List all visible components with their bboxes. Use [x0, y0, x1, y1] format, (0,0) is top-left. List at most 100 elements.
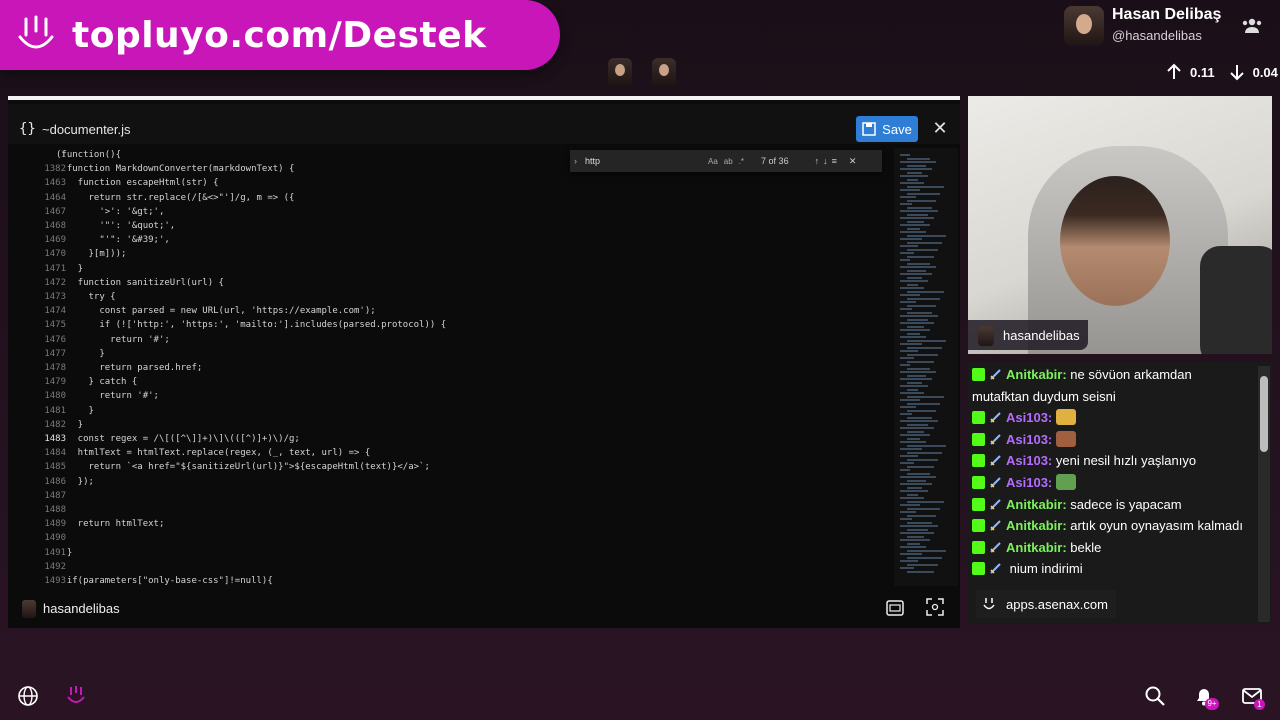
webcam-feed [968, 96, 1272, 354]
minimap-line [900, 420, 938, 422]
code-line[interactable]: }[m])); [56, 249, 127, 259]
minimap-line [900, 448, 922, 450]
code-editor-window: {} ~documenter.js Save ✕ 1 (function(){13… [8, 96, 960, 628]
minimap-line [900, 161, 936, 163]
chat-scroll-thumb[interactable] [1260, 376, 1268, 452]
chat-username[interactable]: Asi103: [1006, 475, 1052, 490]
code-line[interactable]: function MarkdownConverter(markdownText)… [56, 164, 295, 174]
close-icon[interactable]: ✕ [930, 118, 950, 138]
chat-text: bekle [1070, 539, 1102, 555]
code-line[interactable]: return '#'; [56, 335, 170, 345]
minimap[interactable] [894, 148, 958, 586]
find-nav-icons[interactable]: ↑↓≡ [815, 156, 841, 166]
code-line[interactable]: "'": '&#39;', [56, 235, 169, 245]
code-line[interactable]: if(parameters["only-base-css"]!=null){ [56, 576, 273, 586]
chat-text: nium indirimi [1009, 561, 1083, 577]
globe-icon[interactable] [17, 685, 39, 707]
minimap-line [907, 178, 918, 181]
code-line[interactable]: return str.replace(/[&<>"']/g, m => ({ [56, 193, 295, 203]
minimap-line [907, 255, 934, 258]
svg-text:{}: {} [19, 121, 36, 137]
minimap-line [900, 378, 932, 380]
minimap-line [907, 437, 920, 440]
search-icon[interactable] [1144, 685, 1166, 707]
sword-badge-icon [989, 452, 1002, 467]
minimap-line [900, 427, 934, 429]
minimap-line [900, 259, 910, 261]
code-line[interactable]: '>': '&gt;', [56, 207, 164, 217]
chat-username[interactable]: Asi103: [1006, 432, 1052, 447]
chat-username[interactable]: Anitkabir: [1006, 497, 1067, 512]
minimap-line [907, 164, 926, 167]
chat-username[interactable]: Anitkabir: [1006, 367, 1067, 382]
code-line[interactable]: } catch { [56, 377, 138, 387]
minimap-line [907, 444, 946, 447]
chat-message: Asi103: [972, 407, 1252, 429]
minimap-line [907, 360, 934, 363]
match-case-toggle[interactable]: Aa [708, 157, 718, 166]
minimap-line [907, 185, 944, 188]
minimap-line [900, 245, 918, 247]
code-line[interactable]: const regex = /\[([^\]]+)\]\(([^)]+)\)/g… [56, 434, 300, 444]
code-line[interactable]: try { [56, 292, 116, 302]
viewer-avatar[interactable] [652, 58, 676, 88]
code-line[interactable]: } [56, 264, 83, 274]
line-number: 1488 [44, 505, 66, 515]
code-line[interactable]: return `<a href="${sanitizeUrl(url)}">${… [56, 462, 430, 472]
save-label: Save [882, 121, 912, 137]
emote-icon [1055, 409, 1076, 426]
code-line[interactable]: } [56, 420, 83, 430]
minimap-line [907, 339, 946, 342]
chat-username[interactable]: Asi103: [1006, 453, 1052, 468]
chat-username[interactable]: Anitkabir: [1006, 540, 1067, 555]
code-line[interactable]: } [56, 406, 94, 416]
find-widget: › http Aa ab .* 7 of 36 ↑↓≡ ✕ [570, 150, 882, 172]
viewer-avatar[interactable] [608, 58, 632, 88]
code-line[interactable]: return parsed.href; [56, 363, 202, 373]
chat-message: Anitkabir: sadece is yapacam [972, 494, 1252, 516]
users-icon[interactable] [1240, 14, 1264, 38]
find-input[interactable]: http [585, 156, 705, 166]
code-line[interactable]: function escapeHtml(str) { [56, 178, 219, 188]
topluyo-home-icon[interactable] [65, 685, 87, 707]
minimap-line [900, 280, 928, 282]
chevron-right-icon[interactable]: › [574, 156, 577, 166]
notification-badge: 9+ [1205, 698, 1219, 710]
chat-username[interactable]: Asi103: [1006, 410, 1052, 425]
code-line[interactable]: return '#'; [56, 391, 159, 401]
regex-toggle[interactable]: .* [739, 157, 744, 166]
streamer-avatar [22, 600, 36, 618]
code-line[interactable]: (function(){ [56, 150, 121, 160]
sword-badge-icon [989, 474, 1002, 488]
theater-mode-icon[interactable] [886, 600, 904, 616]
topluyo-logo-icon [18, 15, 54, 49]
save-button[interactable]: Save [856, 116, 918, 142]
code-line[interactable]: '"': '&quot;', [56, 221, 175, 231]
code-line[interactable]: const parsed = new URL(url, 'https://exa… [56, 306, 375, 316]
code-line[interactable]: return htmlText; [56, 519, 165, 529]
code-line[interactable]: } [56, 548, 72, 558]
minimap-line [900, 301, 916, 303]
minimap-line [900, 231, 926, 233]
match-word-toggle[interactable]: ab [724, 157, 733, 166]
fullscreen-icon[interactable] [926, 598, 944, 616]
code-line[interactable]: }); [56, 477, 94, 487]
code-area[interactable]: 1 (function(){1382 function MarkdownConve… [8, 148, 890, 600]
chat-message: Asi103: [972, 472, 1252, 494]
minimap-line [907, 213, 928, 216]
minimap-line [900, 266, 936, 268]
chat-text: sadece is yapacam [1070, 496, 1182, 512]
minimap-line [900, 413, 912, 415]
chat-username[interactable]: Anitkabir: [1006, 518, 1067, 533]
profile-avatar[interactable] [1064, 6, 1104, 46]
minimap-line [900, 483, 932, 485]
code-line[interactable]: function sanitizeUrl(url) { [56, 278, 224, 288]
kick-badge-icon [972, 368, 985, 381]
minimap-line [907, 500, 944, 503]
minimap-line [900, 399, 920, 401]
code-line[interactable]: if (!['http:', 'https:', 'mailto:'].incl… [56, 320, 446, 330]
minimap-line [907, 430, 924, 433]
code-line[interactable]: htmlText = htmlText.replace(regex, (_, t… [56, 448, 371, 458]
find-close-icon[interactable]: ✕ [849, 156, 857, 167]
code-line[interactable]: } [56, 349, 104, 359]
